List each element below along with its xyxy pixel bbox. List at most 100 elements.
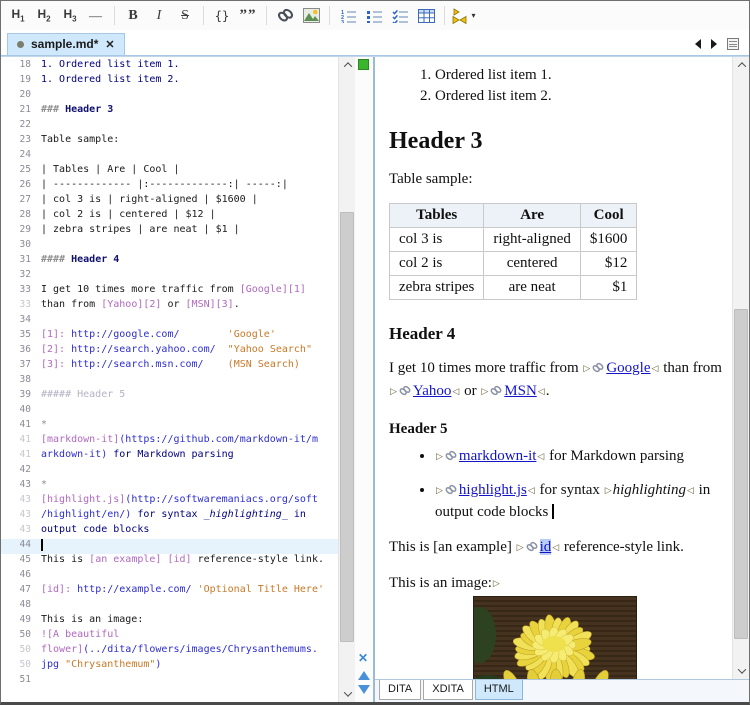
code-line[interactable]: 39##### Header 5: [1, 389, 338, 404]
tab-sample-md[interactable]: sample.md* ✕: [7, 33, 125, 55]
code-line[interactable]: 50flower](../dita/flowers/images/Chrysan…: [1, 644, 338, 659]
tag-marker-icon: ▷: [517, 542, 524, 552]
code-line[interactable]: 33I get 10 times more traffic from [Goog…: [1, 284, 338, 299]
bullet-list-button[interactable]: [361, 4, 387, 28]
scrollbar-down-icon[interactable]: [339, 686, 356, 702]
code-line[interactable]: 28| col 2 is | centered | $12 |: [1, 209, 338, 224]
preview-link[interactable]: MSN: [504, 383, 537, 399]
tag-markers-button[interactable]: ▾: [450, 4, 476, 28]
preview-body[interactable]: Ordered list item 1.Ordered list item 2.…: [375, 57, 732, 679]
code-line[interactable]: 41[markdown-it](https://github.com/markd…: [1, 434, 338, 449]
italic-button[interactable]: I: [146, 4, 172, 28]
horizontal-rule-button[interactable]: —: [83, 4, 109, 28]
scrollbar-up-icon[interactable]: [733, 57, 750, 73]
code-line[interactable]: 41arkdown-it) for Markdown parsing: [1, 449, 338, 464]
code-line[interactable]: 43/highlight/en/) for syntax _highlighti…: [1, 509, 338, 524]
preview-link[interactable]: Google: [606, 360, 650, 376]
code-line[interactable]: 40: [1, 404, 338, 419]
code-line[interactable]: 47[id]: http://example.com/ 'Optional Ti…: [1, 584, 338, 599]
task-list-button[interactable]: [387, 4, 413, 28]
preview-tab-html[interactable]: HTML: [475, 680, 523, 700]
code-token: | ------------- |:-------------:| -----:…: [41, 179, 288, 190]
preview-vertical-scrollbar[interactable]: [732, 57, 749, 679]
link-chain-icon: [445, 449, 457, 465]
code-line[interactable]: 22: [1, 119, 338, 134]
table-cell: $1: [580, 276, 637, 300]
code-line[interactable]: 24: [1, 149, 338, 164]
split-up-icon[interactable]: [358, 671, 370, 680]
close-icon[interactable]: ✕: [105, 38, 114, 51]
heading1-button[interactable]: H1: [5, 4, 31, 28]
code-line[interactable]: 181. Ordered list item 1.: [1, 59, 338, 74]
code-line[interactable]: 26| ------------- |:-------------:| ----…: [1, 179, 338, 194]
preview-tab-dita[interactable]: DITA: [379, 680, 421, 700]
scrollbar-down-icon[interactable]: [733, 663, 750, 679]
code-line[interactable]: 43*: [1, 479, 338, 494]
editor-vertical-scrollbar[interactable]: [338, 57, 355, 702]
code-line[interactable]: 41*: [1, 419, 338, 434]
code-line[interactable]: 49This is an image:: [1, 614, 338, 629]
insert-link-button[interactable]: [272, 4, 298, 28]
insert-table-button[interactable]: [413, 4, 439, 28]
code-text: ### Header 3: [41, 104, 113, 119]
code-line[interactable]: 44: [1, 539, 338, 554]
code-line[interactable]: 42: [1, 464, 338, 479]
code-line[interactable]: 51: [1, 674, 338, 689]
scroll-tabs-right-icon[interactable]: [711, 39, 717, 49]
scrollbar-up-icon[interactable]: [339, 57, 356, 73]
bold-button[interactable]: B: [120, 4, 146, 28]
preview-link[interactable]: highlight.js: [459, 482, 527, 498]
chrysanthemum-image[interactable]: [473, 596, 637, 679]
close-preview-icon[interactable]: ✕: [358, 652, 368, 664]
code-line[interactable]: 38: [1, 374, 338, 389]
scrollbar-thumb[interactable]: [340, 212, 354, 642]
code-line[interactable]: 34: [1, 314, 338, 329]
preview-tab-xdita[interactable]: XDITA: [423, 680, 473, 700]
strikethrough-button[interactable]: S: [172, 4, 198, 28]
heading2-button[interactable]: H2: [31, 4, 57, 28]
code-line[interactable]: 191. Ordered list item 2.: [1, 74, 338, 89]
code-line[interactable]: 23Table sample:: [1, 134, 338, 149]
preview-link[interactable]: Yahoo: [413, 383, 452, 399]
code-line[interactable]: 50jpg "Chrysanthemum"): [1, 659, 338, 674]
code-token: (https://github.com/markdown-it/m: [119, 434, 318, 445]
code-line[interactable]: 25| Tables | Are | Cool |: [1, 164, 338, 179]
code-line[interactable]: 50![A beautiful: [1, 629, 338, 644]
scroll-tabs-left-icon[interactable]: [695, 39, 701, 49]
code-token: (MSN Search): [228, 359, 300, 370]
code-line[interactable]: 45This is [an example] [id] reference-st…: [1, 554, 338, 569]
insert-image-button[interactable]: [298, 4, 324, 28]
scrollbar-thumb[interactable]: [734, 309, 748, 639]
tag-marker-icon: ▷: [583, 363, 590, 373]
chevron-down-icon[interactable]: ▾: [471, 11, 475, 20]
split-down-icon[interactable]: [358, 685, 370, 694]
code-line[interactable]: 43output code blocks: [1, 524, 338, 539]
code-line[interactable]: 32: [1, 269, 338, 284]
code-button[interactable]: {}: [209, 4, 235, 28]
code-line[interactable]: 21### Header 3: [1, 104, 338, 119]
table-cell: $1600: [580, 228, 637, 252]
code-line[interactable]: 30: [1, 239, 338, 254]
tab-list-icon[interactable]: [727, 38, 739, 50]
code-line[interactable]: 31#### Header 4: [1, 254, 338, 269]
code-line[interactable]: 46: [1, 569, 338, 584]
code-line[interactable]: 27| col 3 is | right-aligned | $1600 |: [1, 194, 338, 209]
preview-link[interactable]: id: [540, 539, 552, 555]
code-line[interactable]: 36[2]: http://search.yahoo.com/ "Yahoo S…: [1, 344, 338, 359]
code-line[interactable]: 33than from [Yahoo][2] or [MSN][3].: [1, 299, 338, 314]
source-editor-pane[interactable]: 181. Ordered list item 1.191. Ordered li…: [1, 57, 375, 702]
code-line[interactable]: 43[highlight.js](http://softwaremaniacs.…: [1, 494, 338, 509]
code-icon: {}: [215, 9, 229, 23]
ordered-list-button[interactable]: 123: [335, 4, 361, 28]
blockquote-button[interactable]: ””: [235, 4, 261, 28]
code-line[interactable]: 29| zebra stripes | are neat | $1 |: [1, 224, 338, 239]
heading3-button[interactable]: H3: [57, 4, 83, 28]
code-token: http://example.com/: [77, 584, 191, 595]
preview-link[interactable]: markdown-it: [459, 448, 536, 464]
code-area[interactable]: 181. Ordered list item 1.191. Ordered li…: [1, 57, 338, 702]
code-line[interactable]: 35[1]: http://google.com/ 'Google': [1, 329, 338, 344]
link-icon: [276, 8, 295, 23]
code-line[interactable]: 37[3]: http://search.msn.com/ (MSN Searc…: [1, 359, 338, 374]
code-line[interactable]: 20: [1, 89, 338, 104]
code-line[interactable]: 48: [1, 599, 338, 614]
